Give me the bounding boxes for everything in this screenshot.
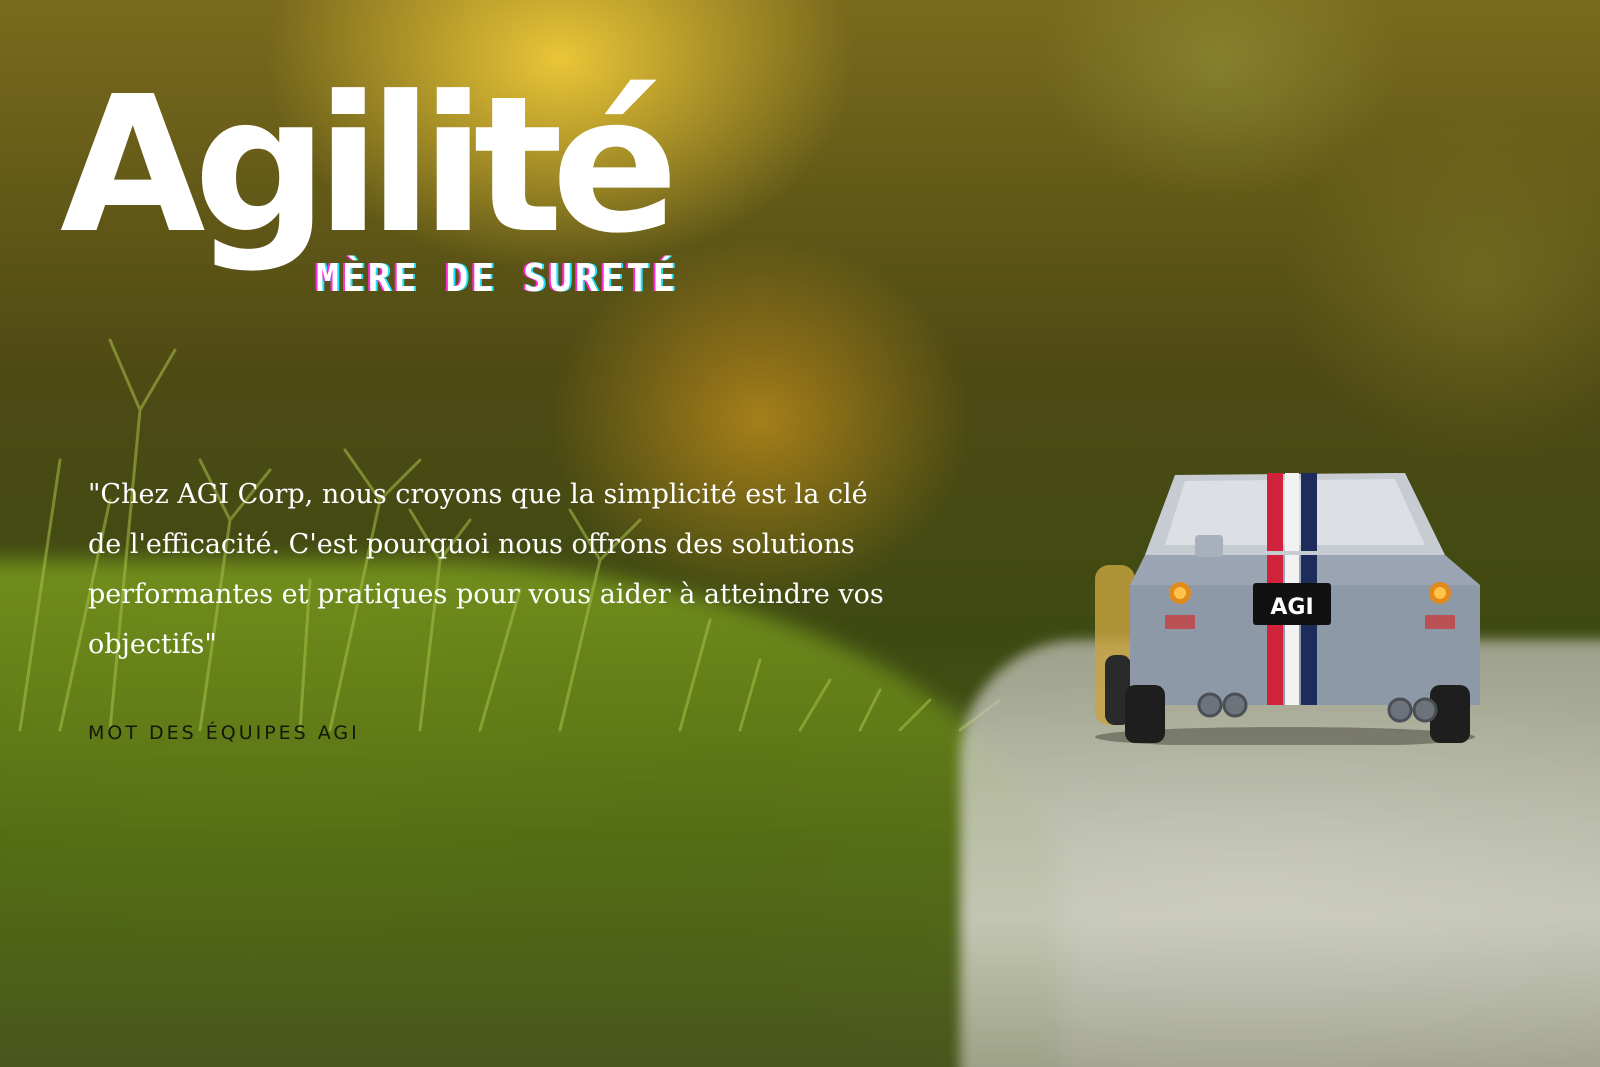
car-plate-text: AGI	[1270, 595, 1313, 620]
team-quote: "Chez AGI Corp, nous croyons que la simp…	[88, 479, 884, 660]
quote-attribution: MOT DES ÉQUIPES AGI	[88, 722, 360, 744]
headline-subtitle: Mère de sureté	[316, 256, 679, 300]
headline-title: Agilité	[60, 56, 679, 275]
toy-race-car: AGI	[1095, 473, 1480, 745]
hero-banner: AGI Agilité Mère de sureté "Chez AGI Cor…	[0, 0, 1600, 1067]
